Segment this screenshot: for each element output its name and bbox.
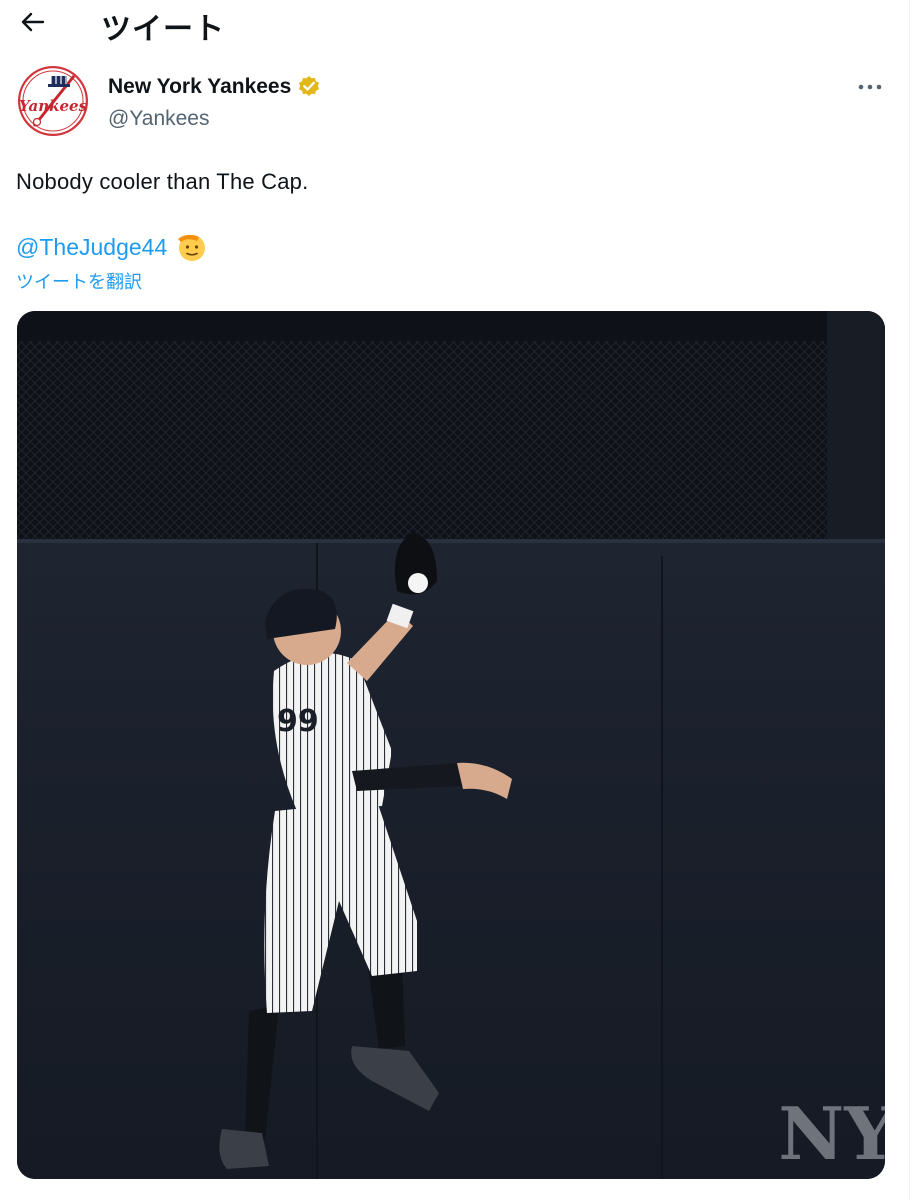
tweet-media-photo[interactable]: 99 NY (17, 311, 885, 1179)
more-dots-icon (858, 84, 882, 90)
page-title: ツイート (101, 12, 225, 47)
saluting-face-icon (175, 230, 209, 264)
mention-row: @TheJudge44 (16, 230, 209, 264)
mention-link[interactable]: @TheJudge44 (16, 234, 167, 261)
top-bar: ツイート (0, 0, 909, 47)
column-divider (909, 0, 910, 1200)
media-illustration: 99 NY (17, 311, 885, 1179)
yankees-logo-icon: Yankees (18, 66, 88, 136)
svg-text:99: 99 (277, 704, 319, 739)
svg-text:Yankees: Yankees (19, 97, 88, 115)
tweet-text: Nobody cooler than The Cap. (16, 169, 309, 194)
author-handle[interactable]: @Yankees (108, 107, 209, 131)
back-button[interactable] (14, 6, 50, 38)
verified-badge-icon (297, 75, 321, 99)
author-display-name[interactable]: New York Yankees (108, 75, 291, 99)
more-options-button[interactable] (852, 72, 888, 102)
back-arrow-icon (21, 12, 45, 32)
author-name-row: New York Yankees (108, 75, 321, 99)
translate-tweet-link[interactable]: ツイートを翻訳 (16, 268, 142, 294)
ny-watermark: NY (778, 1091, 885, 1176)
avatar[interactable]: Yankees (18, 66, 88, 136)
